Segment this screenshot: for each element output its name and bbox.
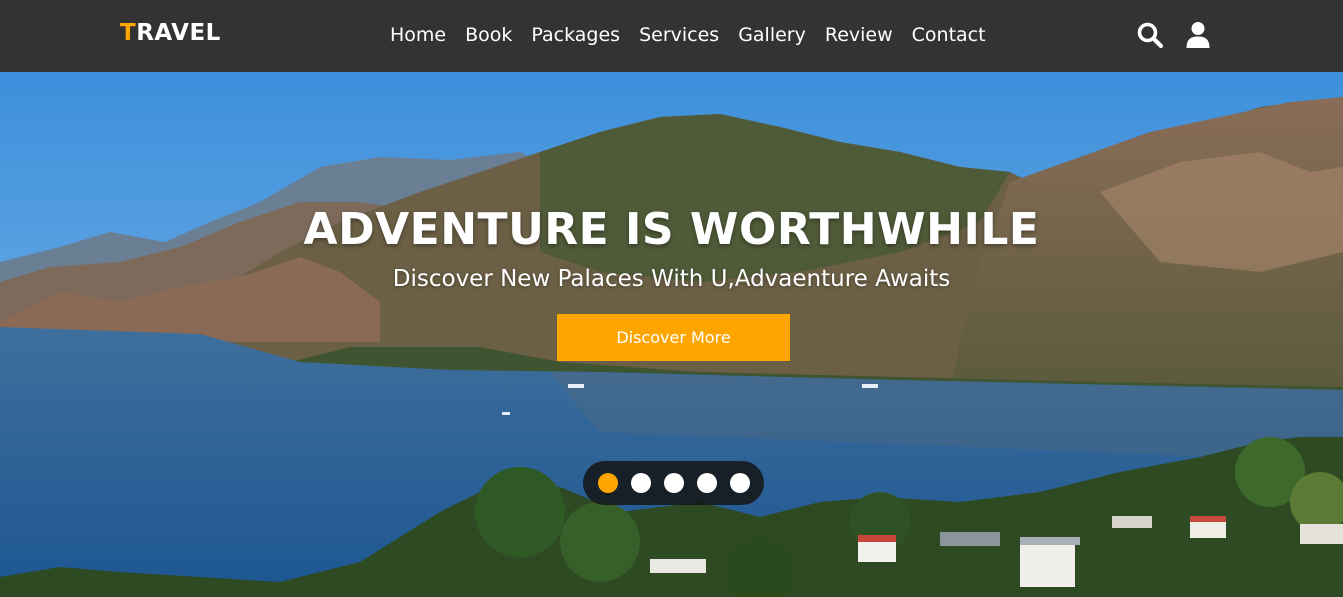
slider-pagination — [583, 461, 764, 505]
nav-link-book[interactable]: Book — [465, 22, 512, 48]
nav-link-home[interactable]: Home — [390, 22, 446, 48]
nav-links: Home Book Packages Services Gallery Revi… — [390, 22, 1005, 48]
nav-link-gallery[interactable]: Gallery — [738, 22, 806, 48]
hero-subtitle: Discover New Palaces With U,Advaenture A… — [392, 266, 951, 292]
slider-dot-4[interactable] — [697, 473, 717, 493]
navbar: TRAVEL Home Book Packages Services Galle… — [0, 0, 1343, 72]
slider-dot-5[interactable] — [730, 473, 750, 493]
slider-dot-3[interactable] — [664, 473, 684, 493]
slider-dot-1[interactable] — [598, 473, 618, 493]
nav-link-packages[interactable]: Packages — [531, 22, 620, 48]
brand-logo-accent-letter: T — [120, 20, 137, 46]
hero-slider: ADVENTURE IS WORTHWHILE Discover New Pal… — [0, 72, 1343, 597]
slider-dot-2[interactable] — [631, 473, 651, 493]
discover-more-button[interactable]: Discover More — [557, 314, 790, 361]
brand-logo[interactable]: TRAVEL — [120, 20, 221, 46]
hero-title: ADVENTURE IS WORTHWHILE — [303, 204, 1040, 255]
nav-link-review[interactable]: Review — [825, 22, 893, 48]
brand-logo-text: RAVEL — [136, 20, 221, 46]
nav-icons — [1136, 21, 1212, 49]
search-icon[interactable] — [1136, 21, 1164, 49]
nav-link-contact[interactable]: Contact — [912, 22, 986, 48]
nav-link-services[interactable]: Services — [639, 22, 719, 48]
user-icon[interactable] — [1184, 21, 1212, 49]
